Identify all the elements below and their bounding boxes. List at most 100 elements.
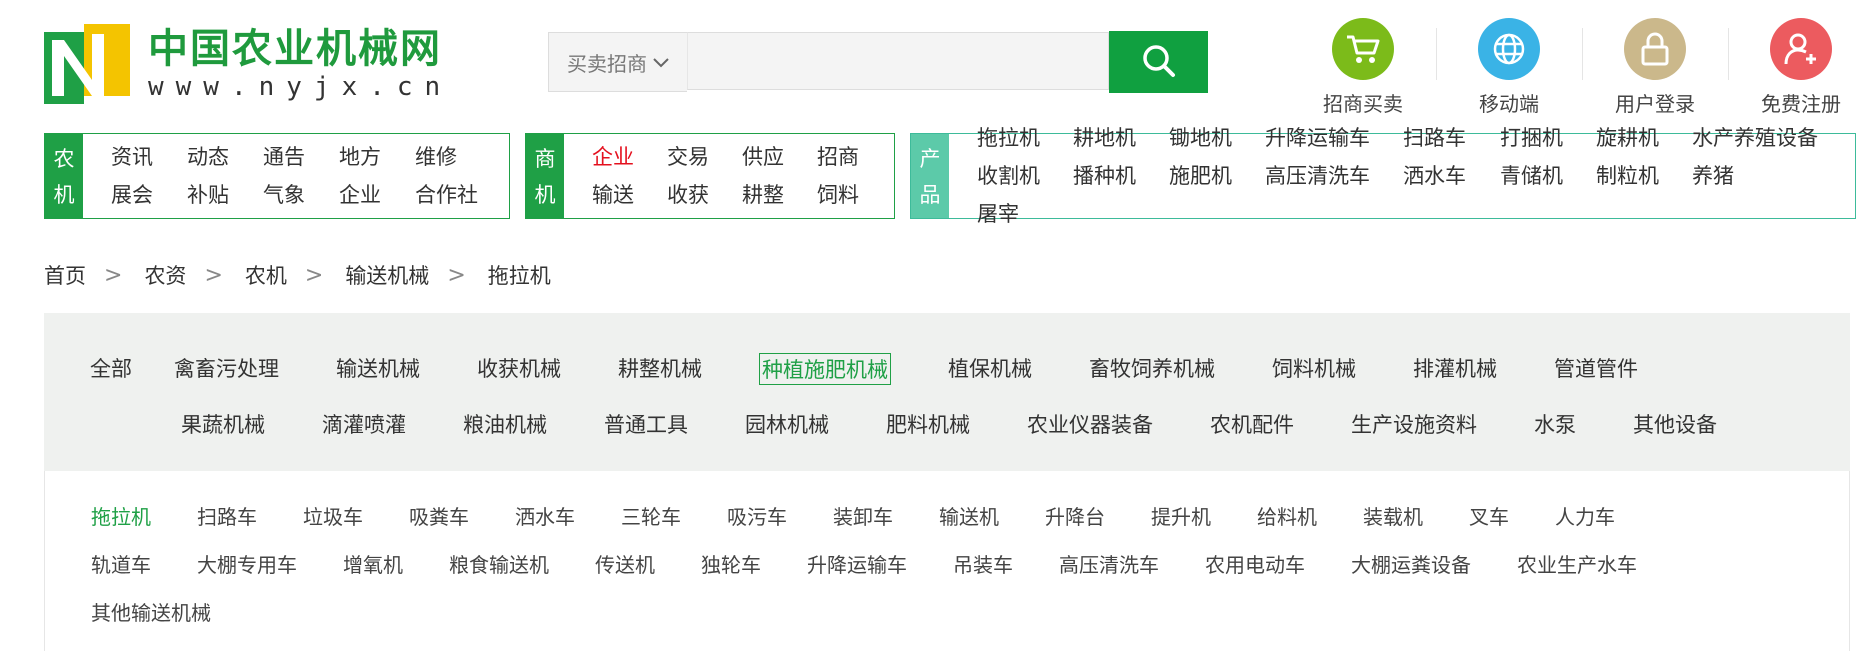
- nav-link[interactable]: 合作社: [415, 181, 491, 209]
- nav-link[interactable]: 高压清洗车: [1265, 162, 1403, 190]
- subcategory-item[interactable]: 提升机: [1151, 501, 1211, 530]
- nav-link[interactable]: 耕地机: [1073, 124, 1169, 152]
- nav-link[interactable]: 通告: [263, 143, 339, 171]
- subcategory-item[interactable]: 升降运输车: [807, 549, 907, 578]
- category-item[interactable]: 饲料机械: [1272, 353, 1356, 385]
- shortcut-label: 用户登录: [1615, 92, 1695, 116]
- subcategory-item[interactable]: 扫路车: [197, 501, 257, 530]
- category-item[interactable]: 果蔬机械: [181, 409, 265, 439]
- subcategory-item[interactable]: 吸粪车: [409, 501, 469, 530]
- category-item[interactable]: 粮油机械: [463, 409, 547, 439]
- nav-link[interactable]: 扫路车: [1403, 124, 1500, 152]
- nav-link[interactable]: 耕整: [742, 181, 817, 209]
- category-item[interactable]: 生产设施资料: [1351, 409, 1477, 439]
- nav-link[interactable]: 制粒机: [1596, 162, 1692, 190]
- nav-link[interactable]: 养猪: [1692, 162, 1842, 190]
- category-item[interactable]: 滴灌喷灌: [322, 409, 406, 439]
- subcategory-item[interactable]: 高压清洗车: [1059, 549, 1159, 578]
- subcategory-item[interactable]: 升降台: [1045, 501, 1105, 530]
- subcategory-item[interactable]: 输送机: [939, 501, 999, 530]
- subcategory-item[interactable]: 垃圾车: [303, 501, 363, 530]
- search-category-select[interactable]: 买卖招商: [548, 32, 687, 92]
- subcategory-item[interactable]: 装载机: [1363, 501, 1423, 530]
- subcategory-item[interactable]: 增氧机: [343, 549, 403, 578]
- subcategory-item[interactable]: 农业生产水车: [1517, 549, 1637, 578]
- category-item[interactable]: 其他设备: [1633, 409, 1717, 439]
- category-item[interactable]: 畜牧饲养机械: [1089, 353, 1215, 385]
- nav-link[interactable]: 水产养殖设备: [1692, 124, 1842, 152]
- category-item[interactable]: 农业仪器装备: [1027, 409, 1153, 439]
- nav-link[interactable]: 输送: [592, 181, 667, 209]
- nav-link[interactable]: 地方: [339, 143, 415, 171]
- subcategory-item[interactable]: 粮食输送机: [449, 549, 549, 578]
- nav-link[interactable]: 播种机: [1073, 162, 1169, 190]
- subcategory-item-active[interactable]: 拖拉机: [91, 501, 151, 530]
- nav-link[interactable]: 展会: [111, 181, 187, 209]
- breadcrumb-link[interactable]: 农机: [245, 260, 287, 290]
- shortcut-mobile[interactable]: 移动端: [1436, 18, 1582, 117]
- nav-link[interactable]: 青储机: [1500, 162, 1596, 190]
- subcategory-item[interactable]: 轨道车: [91, 549, 151, 578]
- subcategory-item[interactable]: 叉车: [1469, 501, 1509, 530]
- shortcut-register[interactable]: 免费注册: [1728, 18, 1874, 117]
- nav-link[interactable]: 企业: [592, 143, 667, 171]
- nav-link[interactable]: 升降运输车: [1265, 124, 1403, 152]
- subcategory-item[interactable]: 给料机: [1257, 501, 1317, 530]
- subcategory-item[interactable]: 独轮车: [701, 549, 761, 578]
- category-item[interactable]: 排灌机械: [1413, 353, 1497, 385]
- nav-box-shangji: 商 机 企业 交易 供应 招商 输送 收获 耕整 饲料: [525, 133, 895, 219]
- category-all[interactable]: 全部: [90, 353, 132, 385]
- subcategory-item[interactable]: 吸污车: [727, 501, 787, 530]
- category-item[interactable]: 普通工具: [604, 409, 688, 439]
- subcategory-item[interactable]: 装卸车: [833, 501, 893, 530]
- nav-link[interactable]: 企业: [339, 181, 415, 209]
- subcategory-item[interactable]: 大棚运粪设备: [1351, 549, 1471, 578]
- nav-link[interactable]: 招商: [817, 143, 892, 171]
- nav-link[interactable]: 拖拉机: [977, 124, 1073, 152]
- subcategory-item[interactable]: 吊装车: [953, 549, 1013, 578]
- subcategory-item[interactable]: 其他输送机械: [91, 597, 211, 626]
- shortcut-trade[interactable]: 招商买卖: [1290, 18, 1436, 117]
- subcategory-item[interactable]: 农用电动车: [1205, 549, 1305, 578]
- nav-link[interactable]: 供应: [742, 143, 817, 171]
- breadcrumb-link[interactable]: 首页: [44, 260, 86, 290]
- nav-link[interactable]: 收获: [667, 181, 742, 209]
- category-item[interactable]: 收获机械: [477, 353, 561, 385]
- category-item[interactable]: 禽畜污处理: [174, 353, 279, 385]
- nav-link[interactable]: 施肥机: [1169, 162, 1265, 190]
- subcategory-item[interactable]: 人力车: [1555, 501, 1615, 530]
- nav-link[interactable]: 饲料: [817, 181, 892, 209]
- breadcrumb-current[interactable]: 拖拉机: [488, 260, 551, 290]
- search-button[interactable]: [1109, 31, 1208, 93]
- nav-link[interactable]: 维修: [415, 143, 491, 171]
- category-item[interactable]: 耕整机械: [618, 353, 702, 385]
- subcategory-item[interactable]: 传送机: [595, 549, 655, 578]
- category-item[interactable]: 园林机械: [745, 409, 829, 439]
- nav-link[interactable]: 气象: [263, 181, 339, 209]
- nav-link[interactable]: 动态: [187, 143, 263, 171]
- subcategory-item[interactable]: 大棚专用车: [197, 549, 297, 578]
- breadcrumb-link[interactable]: 农资: [144, 260, 186, 290]
- category-item[interactable]: 农机配件: [1210, 409, 1294, 439]
- breadcrumb-link[interactable]: 输送机械: [345, 260, 429, 290]
- nav-link[interactable]: 打捆机: [1500, 124, 1596, 152]
- nav-link[interactable]: 洒水车: [1403, 162, 1500, 190]
- category-item[interactable]: 植保机械: [948, 353, 1032, 385]
- nav-link[interactable]: 补贴: [187, 181, 263, 209]
- subcategory-item[interactable]: 洒水车: [515, 501, 575, 530]
- nav-link[interactable]: 锄地机: [1169, 124, 1265, 152]
- nav-link[interactable]: 资讯: [111, 143, 187, 171]
- category-item[interactable]: 输送机械: [336, 353, 420, 385]
- subcategory-item[interactable]: 三轮车: [621, 501, 681, 530]
- nav-link[interactable]: 收割机: [977, 162, 1073, 190]
- search-input[interactable]: [687, 32, 1109, 90]
- category-item[interactable]: 管道管件: [1554, 353, 1638, 385]
- nav-link[interactable]: 交易: [667, 143, 742, 171]
- category-item-active[interactable]: 种植施肥机械: [759, 353, 891, 385]
- nav-link[interactable]: 旋耕机: [1596, 124, 1692, 152]
- shortcut-login[interactable]: 用户登录: [1582, 18, 1728, 117]
- category-item[interactable]: 肥料机械: [886, 409, 970, 439]
- category-item[interactable]: 水泵: [1534, 409, 1576, 439]
- site-logo[interactable]: 中国农业机械网 www.nyjx.cn: [44, 24, 452, 104]
- nav-link[interactable]: 屠宰: [977, 200, 1073, 228]
